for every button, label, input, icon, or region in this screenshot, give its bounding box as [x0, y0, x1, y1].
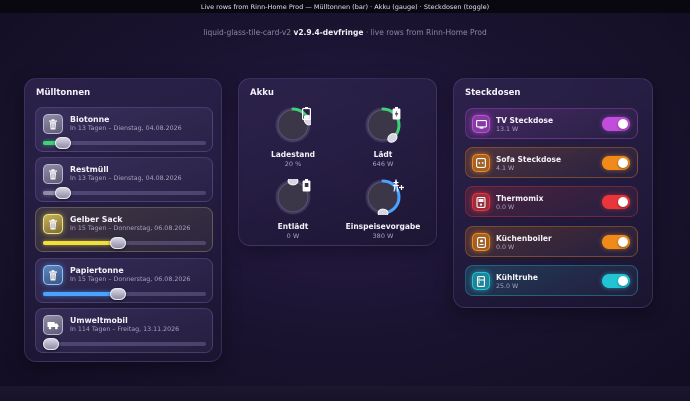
grid-feed-icon: [365, 179, 404, 215]
plug-name: Sofa Steckdose: [496, 155, 562, 164]
toggle-knob: [618, 276, 628, 286]
topbar-text: Live rows from Rinn-Home Prod — Mülltonn…: [200, 2, 490, 11]
bin-tile-4[interactable]: Umweltmobil In 114 Tagen – Freitag, 13.1…: [35, 308, 213, 353]
plug-name: Kühltruhe: [496, 273, 538, 282]
gauge-value: 646 W: [372, 160, 394, 168]
plug-toggle[interactable]: [602, 156, 630, 170]
plug-toggle[interactable]: [602, 274, 630, 288]
plug-name: Küchenboiler: [496, 234, 552, 243]
bin-progress-track: [43, 338, 206, 350]
bin-progress-knob[interactable]: [54, 187, 71, 199]
bin-tile-3[interactable]: Papiertonne In 15 Tagen – Donnerstag, 06…: [35, 258, 213, 303]
muelltonnen-card: Mülltonnen Biotonne In 13 Tagen – Dienst…: [24, 78, 222, 362]
bin-progress-knob[interactable]: [54, 137, 71, 149]
gauge-3[interactable]: Einspeisevorgabe 380 W: [338, 179, 428, 249]
subtitle-suffix: · live rows from Rinn-Home Prod: [365, 28, 487, 37]
plug-name: Thermomix: [496, 194, 544, 203]
plug-name: TV Steckdose: [496, 116, 554, 125]
bin-progress-knob[interactable]: [43, 338, 59, 350]
gauge-label: Lädt: [373, 150, 393, 159]
gauge-label: Einspeisevorgabe: [345, 222, 421, 231]
boiler-icon: [472, 233, 490, 251]
bin-name: Papiertonne: [70, 266, 124, 275]
bin-progress-knob[interactable]: [109, 288, 126, 300]
steckdosen-title: Steckdosen: [465, 88, 521, 98]
bin-subtitle: In 15 Tagen – Donnerstag, 06.08.2026: [70, 225, 191, 232]
fridge-icon: [472, 272, 490, 290]
plug-power: 0.0 W: [496, 204, 515, 211]
plug-tile-3[interactable]: Küchenboiler 0.0 W: [465, 226, 638, 257]
bin-name: Restmüll: [70, 165, 109, 174]
bin-progress-fill: [43, 292, 118, 296]
plug-power: 0.0 W: [496, 244, 515, 251]
trash-icon: [43, 164, 63, 184]
gauge-0[interactable]: Ladestand 20 %: [248, 107, 338, 177]
gauge-label: Entlädt: [277, 222, 309, 231]
muelltonnen-title: Mülltonnen: [36, 88, 91, 98]
socket-icon: [472, 154, 490, 172]
gauge-label: Ladestand: [270, 150, 316, 159]
trash-icon: [43, 114, 63, 134]
truck-icon: [43, 315, 63, 335]
bin-progress-track: [43, 237, 206, 249]
bin-progress-fill: [43, 241, 118, 245]
plug-power: 4.1 W: [496, 165, 515, 172]
battery-charging-icon: [365, 107, 401, 143]
thermomix-icon: [472, 193, 490, 211]
plug-toggle[interactable]: [602, 235, 630, 249]
toggle-knob: [618, 119, 628, 129]
trash-icon: [43, 265, 63, 285]
bin-name: Biotonne: [70, 115, 110, 124]
battery-discharge-icon: [275, 179, 311, 215]
bin-progress-knob[interactable]: [109, 237, 126, 249]
bin-name: Gelber Sack: [70, 215, 123, 224]
toggle-knob: [618, 158, 628, 168]
bin-progress-track: [43, 288, 206, 300]
bottom-bar: [0, 386, 690, 401]
tv-icon: [472, 115, 490, 133]
subtitle-prefix: liquid-glass-tile-card-v2: [203, 28, 292, 37]
subtitle-version: v2.9.4-devfringe: [293, 28, 364, 37]
plug-tile-0[interactable]: TV Steckdose 13.1 W: [465, 108, 638, 139]
plug-tile-2[interactable]: Thermomix 0.0 W: [465, 186, 638, 217]
gauge-value: 380 W: [372, 232, 394, 240]
bin-tile-0[interactable]: Biotonne In 13 Tagen – Dienstag, 04.08.2…: [35, 107, 213, 152]
bin-name: Umweltmobil: [70, 316, 128, 325]
plug-tile-4[interactable]: Kühltruhe 25.0 W: [465, 265, 638, 296]
gauge-2[interactable]: Entlädt 0 W: [248, 179, 338, 249]
akku-card: Akku Ladestand 20 % Lädt 646 W Entlädt 0…: [238, 78, 437, 246]
plug-toggle[interactable]: [602, 195, 630, 209]
plug-power: 13.1 W: [496, 126, 519, 133]
gauge-1[interactable]: Lädt 646 W: [338, 107, 428, 177]
bin-subtitle: In 13 Tagen – Dienstag, 04.08.2026: [70, 125, 182, 132]
bin-subtitle: In 13 Tagen – Dienstag, 04.08.2026: [70, 175, 182, 182]
bin-subtitle: In 114 Tagen – Freitag, 13.11.2026: [70, 326, 180, 333]
bin-tile-1[interactable]: Restmüll In 13 Tagen – Dienstag, 04.08.2…: [35, 157, 213, 202]
gauge-value: 0 W: [286, 232, 300, 240]
toggle-knob: [618, 197, 628, 207]
page-subtitle: liquid-glass-tile-card-v2 v2.9.4-devfrin…: [0, 28, 690, 37]
trash-icon: [43, 214, 63, 234]
plug-power: 25.0 W: [496, 283, 519, 290]
battery-low-icon: [275, 107, 311, 143]
plug-tile-1[interactable]: Sofa Steckdose 4.1 W: [465, 147, 638, 178]
plug-toggle[interactable]: [602, 117, 630, 131]
gauge-value: 20 %: [284, 160, 302, 168]
bin-tile-2[interactable]: Gelber Sack In 15 Tagen – Donnerstag, 06…: [35, 207, 213, 252]
steckdosen-card: Steckdosen TV Steckdose 13.1 W Sofa Stec…: [453, 78, 653, 308]
toggle-knob: [618, 237, 628, 247]
bin-progress-track: [43, 137, 206, 149]
bin-progress-track: [43, 187, 206, 199]
top-info-bar: Live rows from Rinn-Home Prod — Mülltonn…: [0, 0, 690, 13]
akku-title: Akku: [250, 88, 274, 98]
bin-subtitle: In 15 Tagen – Donnerstag, 06.08.2026: [70, 276, 191, 283]
